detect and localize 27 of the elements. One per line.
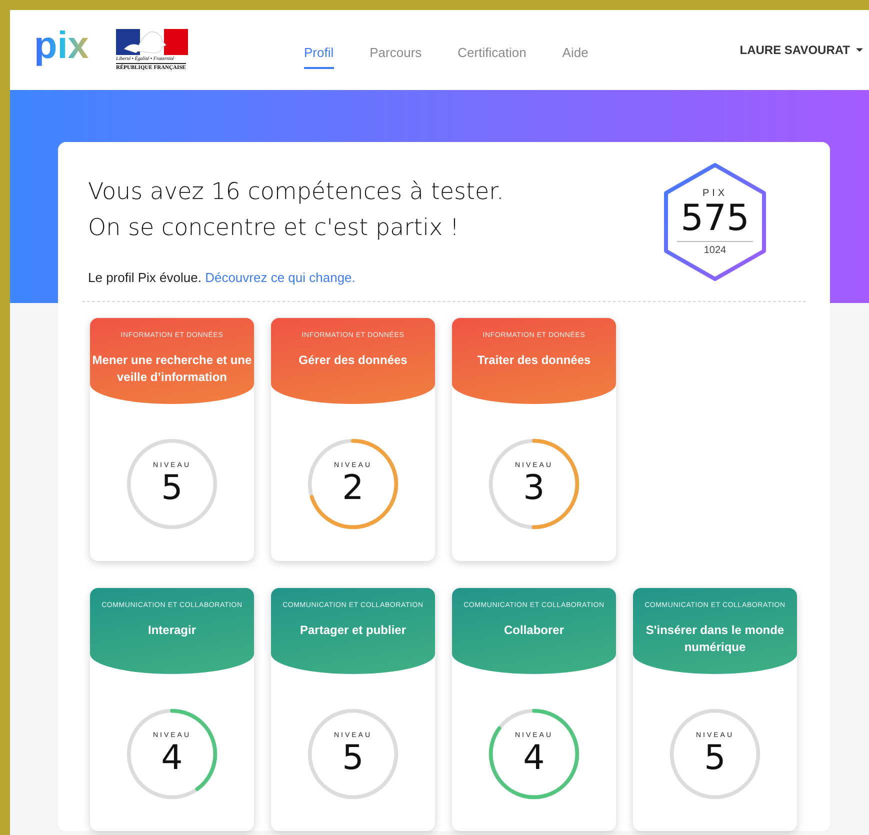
caret-icon: [856, 48, 863, 52]
competence-name: Mener une recherche et une veille d’information: [91, 352, 253, 386]
score-value: 575: [676, 199, 754, 242]
note-text: Le profil Pix évolue.: [88, 270, 202, 285]
competence-name: S'insérer dans le monde numérique: [644, 622, 786, 656]
score-label: PIX: [702, 188, 728, 199]
level-number: 5: [342, 738, 364, 776]
level-number: 5: [704, 738, 726, 776]
marianne-flag-icon: [116, 29, 188, 55]
level-number: 2: [342, 468, 364, 506]
user-menu[interactable]: LAURE SAVOURAT: [740, 43, 863, 57]
competence-name: Gérer des données: [298, 352, 408, 369]
nav-tab[interactable]: Profil: [304, 36, 334, 68]
competence-name: Traiter des données: [476, 352, 592, 369]
competence-name: Collaborer: [502, 622, 565, 639]
discover-link[interactable]: Découvrez ce qui change.: [205, 270, 356, 285]
level-number: 4: [161, 738, 183, 776]
score-max: 1024: [704, 245, 726, 256]
nav-tab[interactable]: Parcours: [370, 36, 422, 68]
nav-tab[interactable]: Aide: [562, 36, 588, 68]
headline: Vous avez 16 compétences à tester. On se concentre et c'est partix !: [88, 178, 504, 243]
level-number: 3: [523, 468, 545, 506]
level-number: 5: [161, 468, 183, 506]
competence-name: Partager et publier: [298, 622, 408, 639]
nav-tab[interactable]: Certification: [458, 36, 526, 68]
competence-name: Interagir: [146, 622, 197, 639]
level-number: 4: [523, 738, 545, 776]
